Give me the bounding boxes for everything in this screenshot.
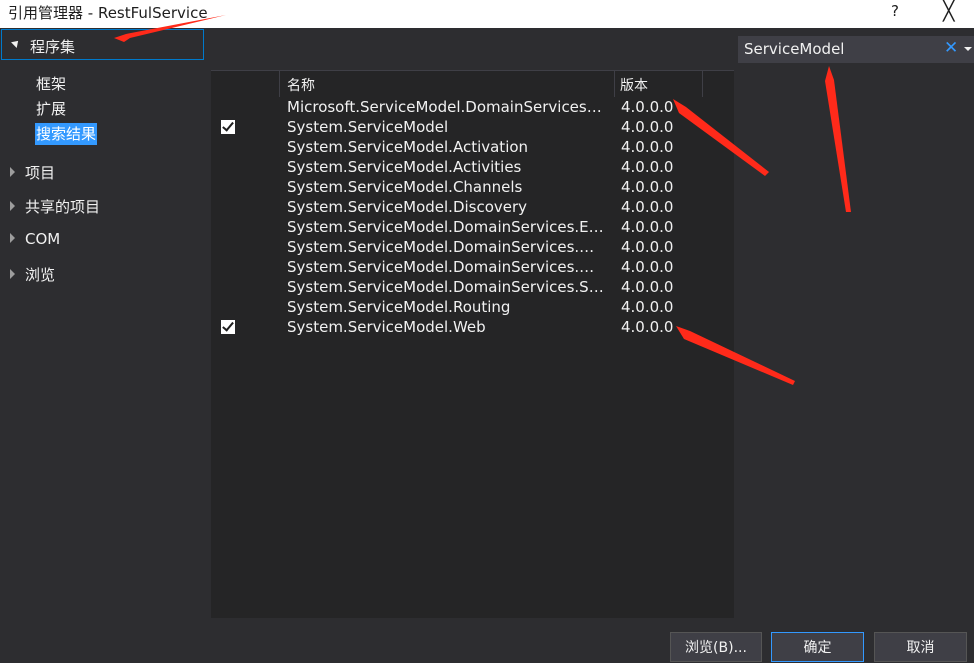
assembly-name: System.ServiceModel.DomainServices.Hosti… bbox=[287, 238, 605, 256]
column-header-name[interactable]: 名称 bbox=[287, 75, 315, 95]
table-row[interactable]: System.ServiceModel.DomainServices.Hosti… bbox=[211, 237, 734, 257]
nav-subitem-search-results[interactable]: 搜索结果 bbox=[35, 123, 98, 145]
nav-item-label: COM bbox=[25, 230, 61, 248]
help-button[interactable]: ? bbox=[891, 2, 899, 20]
checkbox[interactable] bbox=[221, 280, 235, 294]
annotation-arrow bbox=[825, 66, 851, 212]
nav-item-com[interactable]: COM bbox=[10, 230, 60, 248]
assembly-version: 4.0.0.0 bbox=[621, 238, 674, 256]
dialog-footer: 浏览(B)... 确定 取消 bbox=[0, 618, 974, 662]
nav-subitem-framework[interactable]: 框架 bbox=[35, 73, 67, 95]
assembly-name: System.ServiceModel.DomainServices.Entit… bbox=[287, 218, 605, 236]
browse-button[interactable]: 浏览(B)... bbox=[670, 632, 762, 662]
nav-item-shared-projects[interactable]: 共享的项目 bbox=[10, 196, 100, 217]
assembly-version: 4.0.0.0 bbox=[621, 218, 674, 236]
checkbox[interactable] bbox=[221, 260, 235, 274]
ok-button[interactable]: 确定 bbox=[771, 632, 864, 662]
collapsed-triangle-icon bbox=[10, 166, 15, 177]
assembly-name: System.ServiceModel.Channels bbox=[287, 178, 523, 196]
search-dropdown-icon[interactable] bbox=[964, 47, 972, 51]
table-row[interactable]: System.ServiceModel 4.0.0.0 bbox=[211, 117, 734, 137]
nav-item-assemblies[interactable]: 程序集 bbox=[1, 29, 204, 60]
nav-item-label: 项目 bbox=[25, 164, 56, 182]
assembly-version: 4.0.0.0 bbox=[621, 298, 674, 316]
assembly-name: System.ServiceModel.Routing bbox=[287, 298, 511, 316]
assembly-name: System.ServiceModel.Discovery bbox=[287, 198, 528, 216]
assembly-version: 4.0.0.0 bbox=[621, 98, 674, 116]
assembly-version: 4.0.0.0 bbox=[621, 138, 674, 156]
checkbox[interactable] bbox=[221, 180, 235, 194]
category-nav: 程序集 框架 扩展 搜索结果 项目 共享的项目 COM 浏览 bbox=[0, 28, 211, 618]
close-icon[interactable]: ╳ bbox=[943, 0, 954, 22]
search-input[interactable]: ServiceModel bbox=[744, 40, 844, 58]
column-divider[interactable] bbox=[279, 71, 280, 97]
assembly-version: 4.0.0.0 bbox=[621, 158, 674, 176]
assembly-version: 4.0.0.0 bbox=[621, 258, 674, 276]
clear-search-icon[interactable]: ✕ bbox=[944, 38, 958, 58]
window-title: 引用管理器 - RestFulService bbox=[8, 4, 208, 22]
collapsed-triangle-icon bbox=[10, 232, 15, 243]
expanded-triangle-icon bbox=[11, 38, 21, 48]
assembly-version: 4.0.0.0 bbox=[621, 318, 674, 336]
column-divider[interactable] bbox=[614, 71, 615, 97]
list-header: 名称 版本 bbox=[211, 70, 734, 97]
table-row[interactable]: System.ServiceModel.Activation 4.0.0.0 bbox=[211, 137, 734, 157]
nav-item-projects[interactable]: 项目 bbox=[10, 162, 55, 183]
table-row[interactable]: System.ServiceModel.Discovery 4.0.0.0 bbox=[211, 197, 734, 217]
assembly-version: 4.0.0.0 bbox=[621, 118, 674, 136]
checkbox[interactable] bbox=[221, 160, 235, 174]
nav-item-browse[interactable]: 浏览 bbox=[10, 264, 55, 285]
checkbox[interactable] bbox=[221, 200, 235, 214]
assembly-name: Microsoft.ServiceModel.DomainServices.Ho… bbox=[287, 98, 605, 116]
table-row[interactable]: System.ServiceModel.DomainServices.Hosti… bbox=[211, 257, 734, 277]
assembly-name: System.ServiceModel.Web bbox=[287, 318, 486, 336]
nav-item-label: 浏览 bbox=[25, 266, 56, 284]
title-bar: 引用管理器 - RestFulService ? ╳ bbox=[0, 0, 974, 28]
assembly-name: System.ServiceModel bbox=[287, 118, 449, 136]
checkbox[interactable] bbox=[221, 100, 235, 114]
checkbox[interactable] bbox=[221, 140, 235, 154]
assembly-name: System.ServiceModel.Activation bbox=[287, 138, 529, 156]
table-row[interactable]: System.ServiceModel.Routing 4.0.0.0 bbox=[211, 297, 734, 317]
checkbox[interactable] bbox=[221, 220, 235, 234]
assembly-version: 4.0.0.0 bbox=[621, 278, 674, 296]
column-header-version[interactable]: 版本 bbox=[620, 75, 648, 95]
assembly-version: 4.0.0.0 bbox=[621, 178, 674, 196]
collapsed-triangle-icon bbox=[10, 200, 15, 211]
nav-item-label: 程序集 bbox=[30, 38, 76, 56]
assembly-version: 4.0.0.0 bbox=[621, 198, 674, 216]
assembly-name: System.ServiceModel.DomainServices.Hosti… bbox=[287, 258, 605, 276]
assembly-list: 名称 版本 Microsoft.ServiceModel.DomainServi… bbox=[211, 70, 734, 618]
collapsed-triangle-icon bbox=[10, 268, 15, 279]
checkbox[interactable] bbox=[221, 300, 235, 314]
table-row[interactable]: System.ServiceModel.Web 4.0.0.0 bbox=[211, 317, 734, 337]
cancel-button[interactable]: 取消 bbox=[874, 632, 967, 662]
checked-checkbox[interactable] bbox=[221, 320, 235, 334]
table-row[interactable]: System.ServiceModel.Channels 4.0.0.0 bbox=[211, 177, 734, 197]
nav-item-label: 共享的项目 bbox=[25, 198, 101, 216]
table-row[interactable]: Microsoft.ServiceModel.DomainServices.Ho… bbox=[211, 97, 734, 117]
column-divider[interactable] bbox=[702, 71, 703, 97]
nav-subitem-extensions[interactable]: 扩展 bbox=[35, 98, 67, 120]
search-box[interactable]: ServiceModel ✕ bbox=[738, 36, 974, 63]
assembly-name: System.ServiceModel.DomainServices.Serve… bbox=[287, 278, 605, 296]
table-row[interactable]: System.ServiceModel.Activities 4.0.0.0 bbox=[211, 157, 734, 177]
checked-checkbox[interactable] bbox=[221, 120, 235, 134]
checkbox[interactable] bbox=[221, 240, 235, 254]
table-row[interactable]: System.ServiceModel.DomainServices.Entit… bbox=[211, 217, 734, 237]
table-row[interactable]: System.ServiceModel.DomainServices.Serve… bbox=[211, 277, 734, 297]
assembly-name: System.ServiceModel.Activities bbox=[287, 158, 522, 176]
